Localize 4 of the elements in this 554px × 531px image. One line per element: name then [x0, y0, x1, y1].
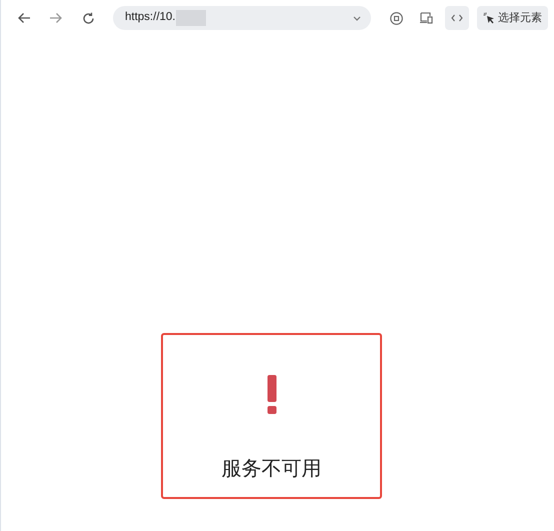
select-element-button[interactable]: 选择元素 — [477, 6, 548, 30]
url-text: https://10. — [125, 10, 176, 26]
error-message: 服务不可用 — [222, 455, 322, 482]
address-bar[interactable]: https://10. — [113, 6, 371, 30]
